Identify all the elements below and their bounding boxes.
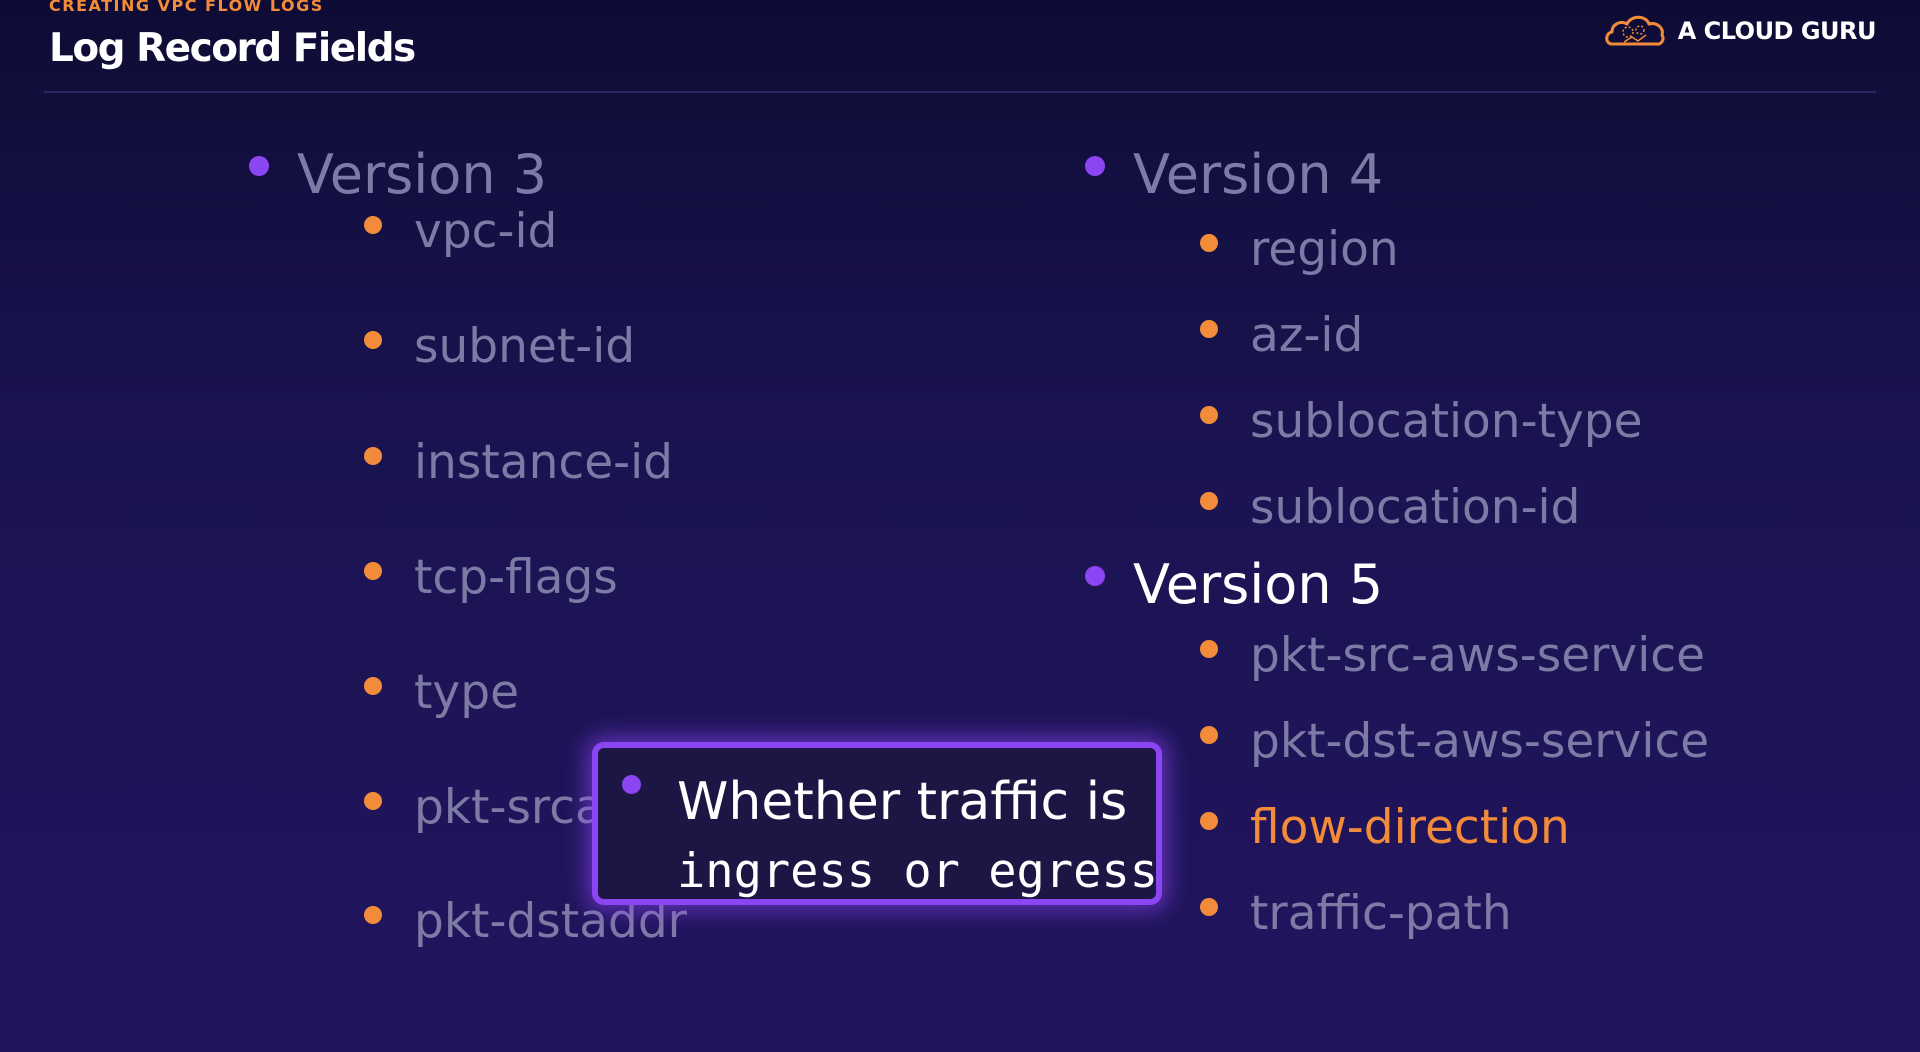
field-label: region [1250,222,1399,277]
orange-bullet-icon [1200,640,1218,658]
cloud-logo-icon [1604,15,1665,46]
field-label: pkt-src-aws-service [1250,628,1706,683]
callout-line-2: ingress or egress [677,844,1159,899]
list-item: traffic-path [1200,890,1512,937]
orange-bullet-icon [1200,898,1218,916]
field-label: flow-direction [1250,800,1570,855]
field-label: pkt-dst-aws-service [1250,714,1710,769]
orange-bullet-icon [1200,320,1218,338]
purple-bullet-icon [249,156,269,176]
version-5-label: Version 5 [1133,553,1384,616]
list-item: az-id [1200,312,1363,359]
orange-bullet-icon [364,562,382,580]
header-divider [44,91,1876,93]
purple-bullet-icon [622,775,641,794]
list-item: tcp-flags [364,554,618,601]
list-item: sublocation-id [1200,484,1580,531]
list-item: pkt-dstaddr [364,898,687,945]
field-label: tcp-flags [414,550,618,605]
brand-logo: A CLOUD GURU [1604,10,1877,52]
field-label: instance-id [414,435,673,490]
orange-bullet-icon [1200,726,1218,744]
orange-bullet-icon [364,792,382,810]
field-label: traffic-path [1250,886,1512,941]
version-4-label: Version 4 [1133,143,1384,206]
field-label: subnet-id [414,319,636,374]
orange-bullet-icon [1200,406,1218,424]
list-item: subnet-id [364,323,635,370]
orange-bullet-icon [1200,492,1218,510]
orange-bullet-icon [364,906,382,924]
list-item: type [364,669,519,716]
list-item: vpc-id [364,208,557,255]
list-item: sublocation-type [1200,398,1643,445]
field-label: sublocation-type [1250,394,1643,449]
orange-bullet-icon [364,216,382,234]
callout-line-1: Whether traffic is [677,772,1128,832]
list-item: instance-id [364,439,673,486]
version-4-heading: Version 4 [1085,148,1383,202]
callout-box: Whether traffic is ingress or egress [592,742,1162,905]
purple-bullet-icon [1085,156,1105,176]
list-item: pkt-src-aws-service [1200,632,1705,679]
version-3-label: Version 3 [297,143,548,206]
orange-bullet-icon [364,677,382,695]
list-item: region [1200,226,1399,273]
version-3-heading: Version 3 [249,148,547,202]
page-title: Log Record Fields [49,26,416,71]
orange-bullet-icon [364,447,382,465]
orange-bullet-icon [1200,812,1218,830]
field-label: sublocation-id [1250,480,1581,535]
list-item-highlighted: flow-direction [1200,804,1570,851]
orange-bullet-icon [1200,234,1218,252]
version-5-heading: Version 5 [1085,558,1383,612]
field-label: az-id [1250,308,1364,363]
callout-text: Whether traffic is ingress or egress [677,768,1158,906]
orange-bullet-icon [364,331,382,349]
section-label: CREATING VPC FLOW LOGS [49,0,324,15]
brand-name: A CLOUD GURU [1677,17,1877,45]
purple-bullet-icon [1085,566,1105,586]
field-label: vpc-id [414,204,558,259]
field-label: type [414,665,519,720]
list-item: pkt-dst-aws-service [1200,718,1709,765]
